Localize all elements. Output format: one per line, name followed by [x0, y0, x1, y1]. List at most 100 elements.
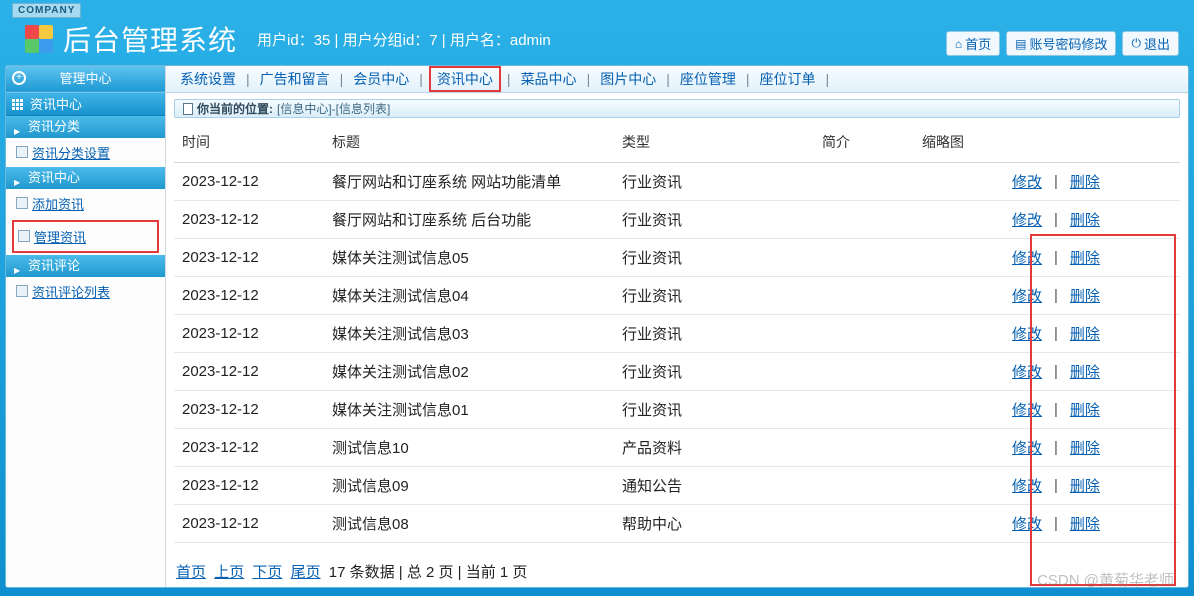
pager-prev[interactable]: 上页	[214, 564, 244, 581]
cell-type: 行业资讯	[614, 201, 814, 239]
nav-separator: |	[507, 71, 511, 87]
edit-link[interactable]: 修改	[1012, 285, 1042, 306]
cell-ops: 修改|删除	[1004, 429, 1180, 467]
table-row: 2023-12-12餐厅网站和订座系统 后台功能行业资讯 修改|删除	[174, 201, 1180, 239]
data-table: 时间 标题 类型 简介 缩略图 2023-12-12餐厅网站和订座系统 网站功能…	[174, 122, 1180, 543]
cell-title: 测试信息10	[324, 429, 614, 467]
table-row: 2023-12-12测试信息09通知公告修改|删除	[174, 467, 1180, 505]
cell-title: 测试信息08	[324, 505, 614, 543]
edit-link[interactable]: 修改	[1012, 323, 1042, 344]
nav-item[interactable]: 会员中心	[349, 69, 413, 89]
sidebar-link[interactable]: 资讯评论列表	[6, 277, 165, 306]
nav-item[interactable]: 座位管理	[676, 69, 740, 89]
app-title: 后台管理系统	[63, 19, 237, 59]
edit-link[interactable]: 修改	[1012, 437, 1042, 458]
sidebar-link[interactable]: 管理资讯	[12, 220, 159, 253]
logout-button[interactable]: ⏻退出	[1122, 31, 1179, 56]
cell-time: 2023-12-12	[174, 277, 324, 315]
nav-item[interactable]: 图片中心	[596, 69, 660, 89]
home-button[interactable]: ⌂首页	[946, 31, 1000, 56]
cell-type: 行业资讯	[614, 353, 814, 391]
edit-link[interactable]: 修改	[1012, 361, 1042, 382]
sidebar-link[interactable]: 添加资讯	[6, 189, 165, 218]
pager-next[interactable]: 下页	[252, 564, 282, 581]
nav-separator: |	[419, 71, 423, 87]
topbar: 后台管理系统 用户id：35 | 用户分组id：7 | 用户名：admin ⌂首…	[5, 13, 1189, 65]
logo-icon	[25, 25, 53, 53]
sidebar-header: + 管理中心	[6, 66, 165, 92]
cell-title: 餐厅网站和订座系统 后台功能	[324, 201, 614, 239]
cell-ops: 修改|删除	[1004, 239, 1180, 277]
nav-separator: |	[246, 71, 250, 87]
cell-title: 媒体关注测试信息04	[324, 277, 614, 315]
sidebar-group-header[interactable]: 资讯评论	[6, 255, 165, 277]
edit-link[interactable]: 修改	[1012, 475, 1042, 496]
table-row: 2023-12-12媒体关注测试信息05行业资讯 修改|删除	[174, 239, 1180, 277]
cell-type: 通知公告	[614, 467, 814, 505]
cell-ops: 修改|删除	[1004, 163, 1180, 201]
nav-item[interactable]: 广告和留言	[256, 69, 334, 89]
col-type: 类型	[614, 122, 814, 163]
table-row: 2023-12-12餐厅网站和订座系统 网站功能清单行业资讯修改|删除	[174, 163, 1180, 201]
nav-item[interactable]: 座位订单	[755, 69, 819, 89]
delete-link[interactable]: 删除	[1070, 513, 1100, 534]
cell-ops: 修改|删除	[1004, 315, 1180, 353]
cell-type: 行业资讯	[614, 315, 814, 353]
pager-first[interactable]: 首页	[176, 564, 206, 581]
change-password-button[interactable]: ▤账号密码修改	[1006, 31, 1116, 56]
grid-icon	[12, 99, 23, 110]
cell-title: 测试信息09	[324, 467, 614, 505]
cell-title: 媒体关注测试信息01	[324, 391, 614, 429]
content: 系统设置|广告和留言|会员中心|资讯中心|菜品中心|图片中心|座位管理|座位订单…	[166, 66, 1188, 587]
delete-link[interactable]: 删除	[1070, 475, 1100, 496]
cell-type: 行业资讯	[614, 239, 814, 277]
pager: 首页 上页 下页 尾页 17 条数据 | 总 2 页 | 当前 1 页	[166, 543, 1188, 588]
cell-title: 媒体关注测试信息05	[324, 239, 614, 277]
nav-item[interactable]: 菜品中心	[517, 69, 581, 89]
edit-link[interactable]: 修改	[1012, 513, 1042, 534]
nav-separator: |	[587, 71, 591, 87]
cell-ops: 修改|删除	[1004, 353, 1180, 391]
cell-time: 2023-12-12	[174, 505, 324, 543]
sidebar: + 管理中心 资讯中心 资讯分类资讯分类设置资讯中心添加资讯管理资讯资讯评论资讯…	[6, 66, 166, 587]
top-nav: 系统设置|广告和留言|会员中心|资讯中心|菜品中心|图片中心|座位管理|座位订单…	[166, 66, 1188, 93]
edit-link[interactable]: 修改	[1012, 399, 1042, 420]
nav-separator: |	[746, 71, 750, 87]
table-row: 2023-12-12媒体关注测试信息03行业资讯修改|删除	[174, 315, 1180, 353]
nav-item[interactable]: 系统设置	[176, 69, 240, 89]
cell-time: 2023-12-12	[174, 201, 324, 239]
cell-time: 2023-12-12	[174, 239, 324, 277]
table-row: 2023-12-12测试信息10产品资料修改|删除	[174, 429, 1180, 467]
cell-type: 行业资讯	[614, 391, 814, 429]
delete-link[interactable]: 删除	[1070, 323, 1100, 344]
delete-link[interactable]: 删除	[1070, 209, 1100, 230]
cell-time: 2023-12-12	[174, 163, 324, 201]
col-title: 标题	[324, 122, 614, 163]
edit-link[interactable]: 修改	[1012, 171, 1042, 192]
sidebar-group-header[interactable]: 资讯分类	[6, 116, 165, 138]
cell-type: 帮助中心	[614, 505, 814, 543]
edit-link[interactable]: 修改	[1012, 209, 1042, 230]
user-info: 用户id：35 | 用户分组id：7 | 用户名：admin	[257, 29, 551, 50]
cell-type: 产品资料	[614, 429, 814, 467]
delete-link[interactable]: 删除	[1070, 399, 1100, 420]
sidebar-group-header[interactable]: 资讯中心	[6, 167, 165, 189]
cell-title: 媒体关注测试信息03	[324, 315, 614, 353]
edit-link[interactable]: 修改	[1012, 247, 1042, 268]
delete-link[interactable]: 删除	[1070, 171, 1100, 192]
delete-link[interactable]: 删除	[1070, 247, 1100, 268]
sidebar-link[interactable]: 资讯分类设置	[6, 138, 165, 167]
nav-item[interactable]: 资讯中心	[429, 66, 501, 92]
delete-link[interactable]: 删除	[1070, 361, 1100, 382]
breadcrumb: 你当前的位置: [信息中心]-[信息列表]	[174, 99, 1180, 118]
col-thumb: 缩略图	[914, 122, 1004, 163]
cell-title: 媒体关注测试信息02	[324, 353, 614, 391]
nav-separator: |	[825, 71, 829, 87]
delete-link[interactable]: 删除	[1070, 285, 1100, 306]
cell-ops: 修改|删除	[1004, 391, 1180, 429]
pager-last[interactable]: 尾页	[291, 564, 321, 581]
col-intro: 简介	[814, 122, 914, 163]
cell-ops: 修改|删除	[1004, 201, 1180, 239]
cell-type: 行业资讯	[614, 277, 814, 315]
delete-link[interactable]: 删除	[1070, 437, 1100, 458]
